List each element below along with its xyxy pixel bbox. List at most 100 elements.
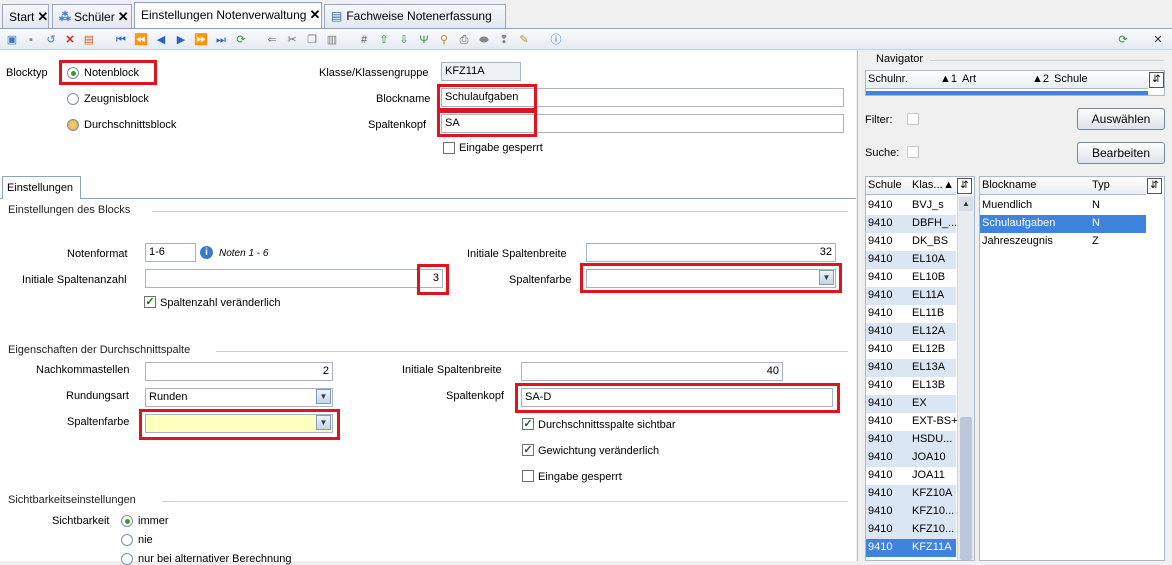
spaltenbreite-input[interactable]: 32 bbox=[586, 243, 836, 262]
avg-gesperrt-checkbox[interactable] bbox=[522, 470, 534, 482]
cut-icon[interactable]: ✂ bbox=[285, 33, 299, 47]
print-icon[interactable]: ⎙ bbox=[457, 33, 471, 47]
eingabe-gesperrt-checkbox[interactable] bbox=[443, 142, 455, 154]
table-row[interactable]: 9410 HSDU... bbox=[866, 431, 956, 449]
avg-breite-input[interactable]: 40 bbox=[521, 362, 783, 381]
col-art[interactable]: Art ▲2 bbox=[960, 71, 1052, 89]
table-row[interactable]: 9410 KFZ10... bbox=[866, 503, 956, 521]
column-chooser-icon[interactable]: ⇵ bbox=[1149, 72, 1164, 88]
col-schule[interactable]: Schule bbox=[1052, 71, 1148, 89]
radio-zeugnisblock[interactable] bbox=[67, 93, 79, 105]
first-icon[interactable]: ⏮ bbox=[114, 33, 128, 47]
table-row[interactable]: 9410 DK_BS bbox=[866, 233, 956, 251]
table-row[interactable]: Jahreszeugnis Z bbox=[980, 233, 1146, 251]
spaltenfarbe-select[interactable] bbox=[586, 269, 836, 288]
comment-icon[interactable]: ❢ bbox=[497, 33, 511, 47]
table-row[interactable]: 9410 EL12A bbox=[866, 323, 956, 341]
next-page-icon[interactable]: ⏩ bbox=[194, 33, 208, 47]
prev-page-icon[interactable]: ⏪ bbox=[134, 33, 148, 47]
radio-durchschnittsblock[interactable] bbox=[67, 119, 79, 131]
table-row[interactable]: 9410 KFZ10... bbox=[866, 521, 956, 539]
table-row[interactable]: 9410 JOA10 bbox=[866, 449, 956, 467]
scrollbar[interactable]: ▲ bbox=[957, 195, 974, 560]
spaltenanzahl-input[interactable]: 3 bbox=[145, 269, 443, 288]
view-icon[interactable]: ⬬ bbox=[477, 33, 491, 47]
radio-notenblock[interactable] bbox=[67, 67, 79, 79]
table-row[interactable]: 9410 EL10A bbox=[866, 251, 956, 269]
table-row[interactable]: 9410 EL12B bbox=[866, 341, 956, 359]
column-chooser-icon[interactable]: ⇵ bbox=[957, 178, 972, 194]
paste-icon[interactable]: ▥ bbox=[325, 33, 339, 47]
copy-icon[interactable]: ❐ bbox=[305, 33, 319, 47]
last-icon[interactable]: ⏭ bbox=[214, 33, 228, 47]
spaltenkopf-input[interactable]: SA bbox=[441, 114, 844, 133]
notenformat-input[interactable]: 1-6 bbox=[145, 243, 196, 262]
radio-immer[interactable] bbox=[121, 515, 133, 527]
column-chooser-icon[interactable]: ⇵ bbox=[1147, 178, 1162, 194]
table-row[interactable]: 9410 EL10B bbox=[866, 269, 956, 287]
avg-kopf-input[interactable]: SA-D bbox=[521, 388, 833, 407]
gewichtung-checkbox[interactable]: ✓ bbox=[522, 444, 534, 456]
next-icon[interactable]: ▶ bbox=[174, 33, 188, 47]
table-row[interactable]: 9410 JOA11 bbox=[866, 467, 956, 485]
col-klasse[interactable]: Klas... ▲ bbox=[910, 177, 956, 195]
table-row[interactable]: 9410 KFZ11A bbox=[866, 539, 956, 557]
table-row[interactable]: 9410 DBFH_... bbox=[866, 215, 957, 233]
chevron-down-icon[interactable]: ▼ bbox=[819, 270, 834, 285]
tab-einstellungen[interactable]: Einstellungen bbox=[2, 176, 81, 199]
table-row[interactable]: 9410 EXT-BS+ bbox=[866, 413, 958, 431]
table-row[interactable]: 9410 EL13A bbox=[866, 359, 956, 377]
number-icon[interactable]: # bbox=[357, 33, 371, 47]
back-icon[interactable]: ⇐ bbox=[265, 33, 279, 47]
close-icon[interactable]: ✕ bbox=[118, 9, 129, 24]
table-row[interactable]: 9410 EL11A bbox=[866, 287, 956, 305]
auswaehlen-button[interactable]: Auswählen bbox=[1077, 108, 1165, 130]
search-icon[interactable]: ⚲ bbox=[437, 33, 451, 47]
blockname-input[interactable]: Schulaufgaben bbox=[441, 88, 844, 107]
close-panel-icon[interactable]: ✕ bbox=[1151, 33, 1165, 47]
delete-icon[interactable]: ✕ bbox=[63, 33, 77, 47]
spaltenzahl-checkbox[interactable]: ✓ bbox=[144, 296, 156, 308]
tree-icon[interactable]: Ψ bbox=[417, 33, 431, 47]
undo-icon[interactable]: ↺ bbox=[44, 33, 58, 47]
chevron-down-icon[interactable]: ▼ bbox=[316, 415, 331, 430]
table-row[interactable]: 9410 BVJ_s bbox=[866, 197, 956, 215]
close-icon[interactable]: ✕ bbox=[309, 7, 320, 22]
tab-fachweise-notenerfassung[interactable]: ▤ Fachweise Notenerfassung bbox=[324, 4, 506, 28]
refresh-icon[interactable]: ⟳ bbox=[234, 33, 248, 47]
clean-icon[interactable]: ✎ bbox=[517, 33, 531, 47]
table-row[interactable]: Muendlich N bbox=[980, 197, 1146, 215]
table-row[interactable]: Schulaufgaben N bbox=[980, 215, 1146, 233]
tab-start[interactable]: Start ✕ bbox=[2, 4, 49, 28]
delete-record-icon[interactable]: ▤ bbox=[82, 33, 96, 47]
scroll-thumb[interactable] bbox=[960, 417, 972, 560]
chevron-down-icon[interactable]: ▼ bbox=[316, 389, 331, 404]
selected-row[interactable] bbox=[866, 91, 1148, 95]
col-typ[interactable]: Typ bbox=[1090, 177, 1146, 195]
export-icon[interactable]: ⇩ bbox=[397, 33, 411, 47]
table-row[interactable]: 9410 EL13B bbox=[866, 377, 956, 395]
close-icon[interactable]: ✕ bbox=[37, 9, 48, 24]
tab-einstellungen-notenverwaltung[interactable]: Einstellungen Notenverwaltung ✕ bbox=[134, 2, 322, 28]
radio-nie[interactable] bbox=[121, 534, 133, 546]
col-schule[interactable]: Schule bbox=[866, 177, 910, 195]
radio-alternativ[interactable] bbox=[121, 553, 133, 565]
bearbeiten-button[interactable]: Bearbeiten bbox=[1077, 142, 1165, 164]
filter-checkbox[interactable] bbox=[907, 113, 919, 125]
table-row[interactable]: 9410 EX bbox=[866, 395, 956, 413]
new-icon[interactable]: ▣ bbox=[5, 33, 19, 47]
import-icon[interactable]: ⇧ bbox=[377, 33, 391, 47]
sichtbar-checkbox[interactable]: ✓ bbox=[522, 418, 534, 430]
suche-checkbox[interactable] bbox=[907, 146, 919, 158]
table-row[interactable]: 9410 EL11B bbox=[866, 305, 956, 323]
rundung-select[interactable]: Runden bbox=[145, 388, 333, 407]
save-icon[interactable]: ▪ bbox=[24, 33, 38, 47]
klasse-field[interactable]: KFZ11A bbox=[441, 62, 521, 81]
table-row[interactable]: 9410 KFZ10A bbox=[866, 485, 956, 503]
prev-icon[interactable]: ◀ bbox=[154, 33, 168, 47]
farbe-select[interactable] bbox=[145, 414, 333, 433]
nachkomma-input[interactable]: 2 bbox=[145, 362, 333, 381]
help-icon[interactable]: ⓘ bbox=[549, 33, 563, 47]
col-blockname[interactable]: Blockname bbox=[980, 177, 1090, 195]
refresh-nav-icon[interactable]: ⟳ bbox=[1116, 33, 1130, 47]
